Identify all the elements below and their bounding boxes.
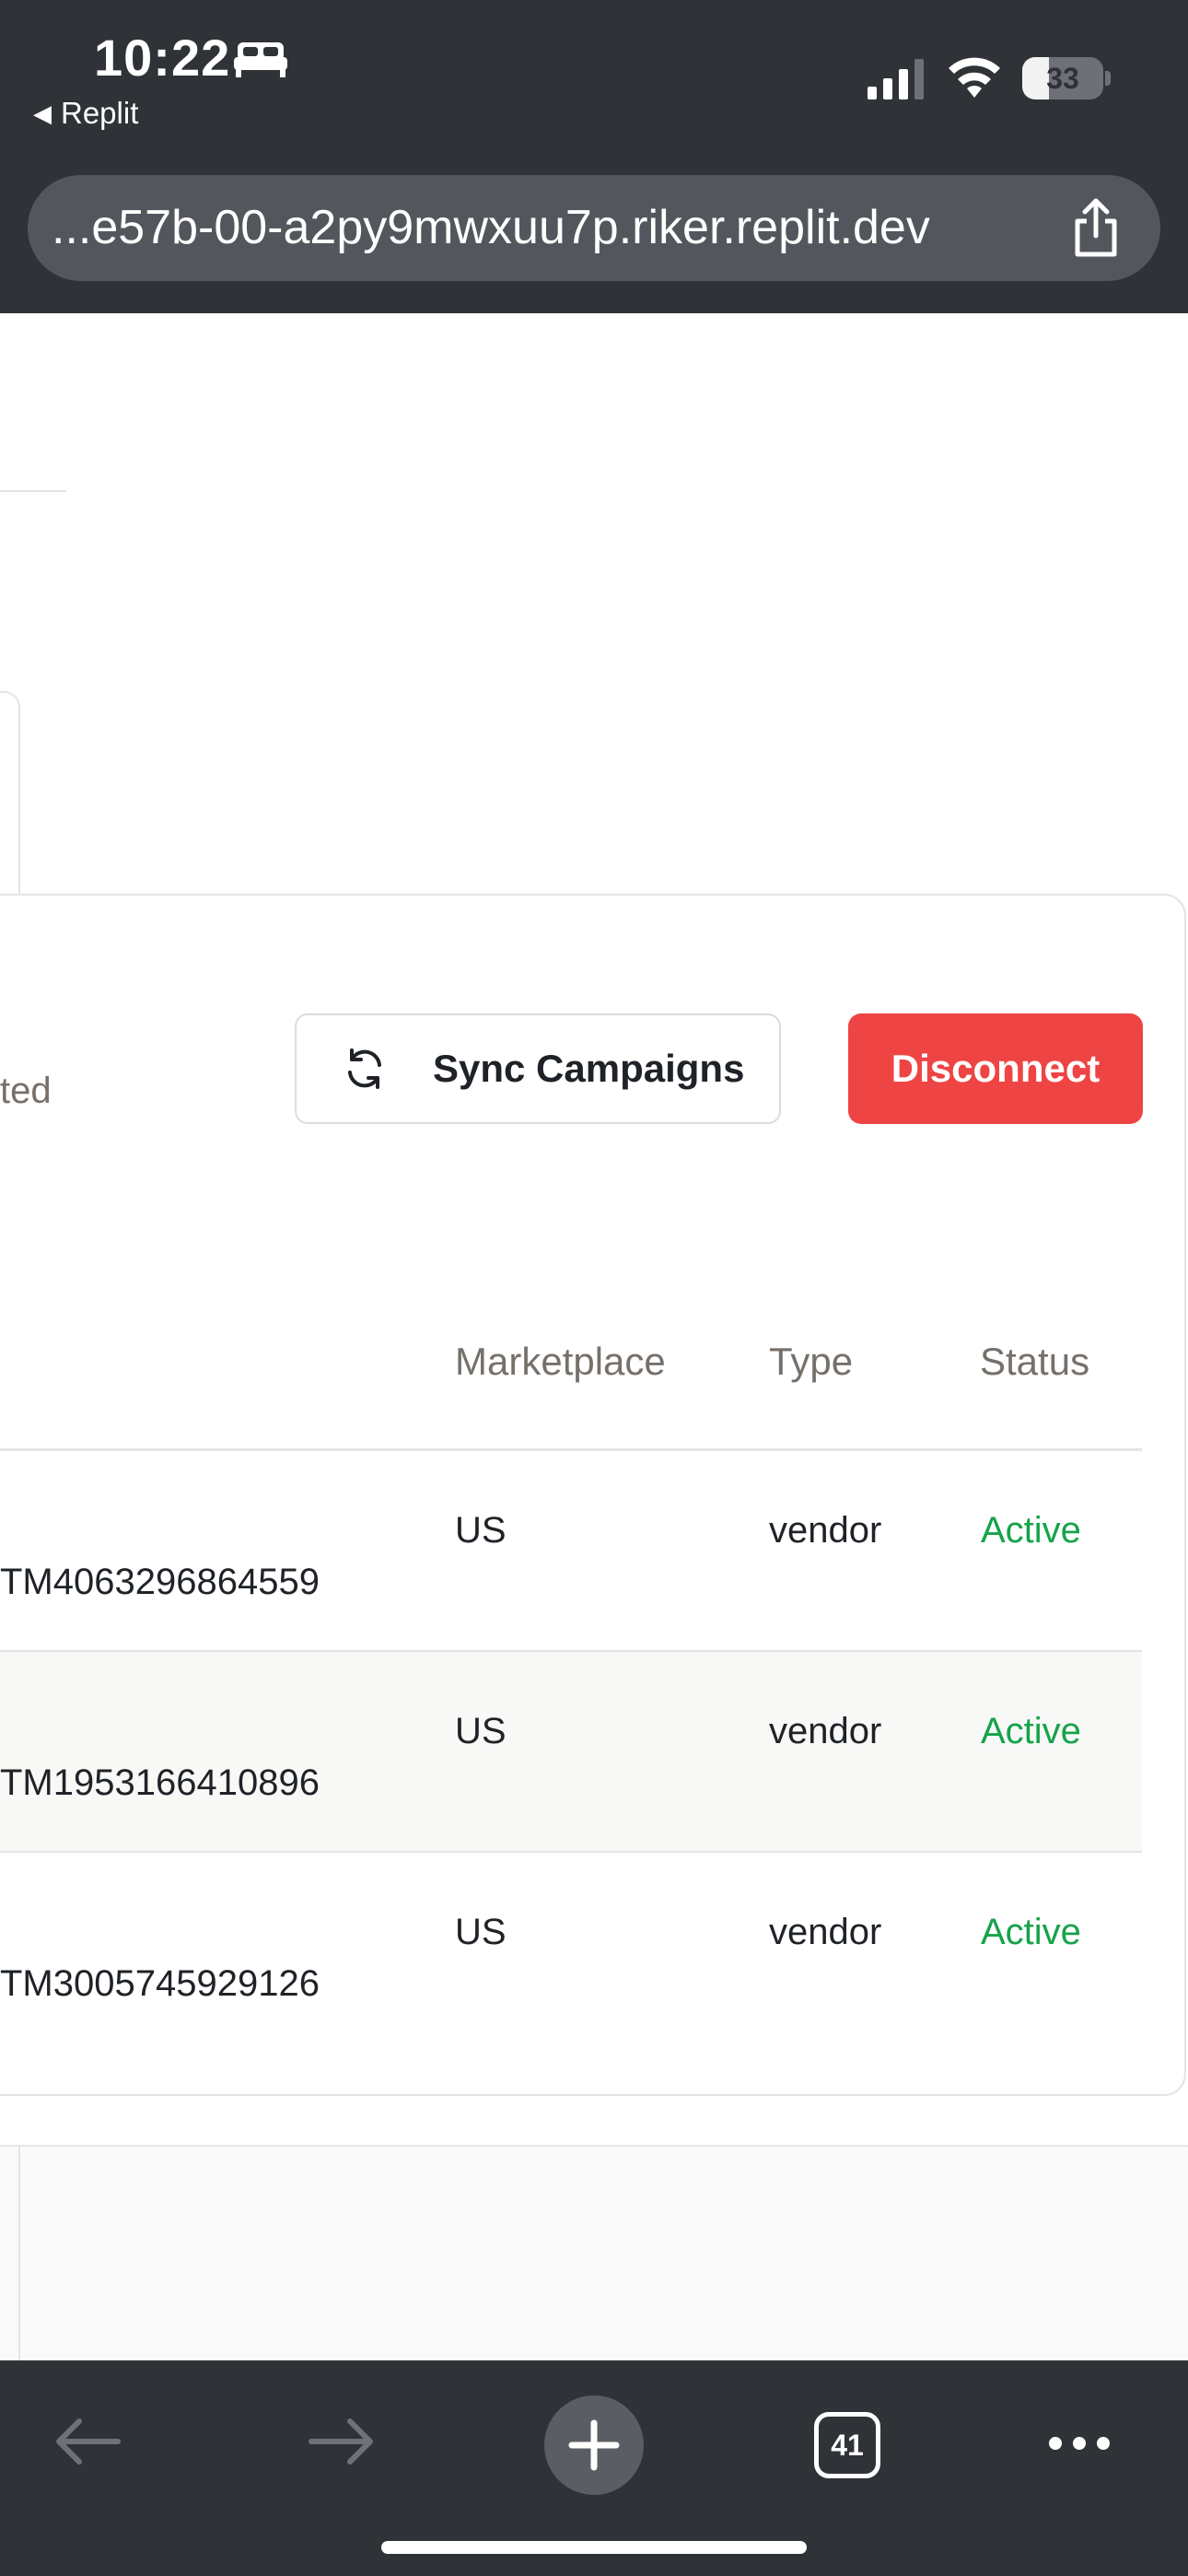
- back-arrow-icon[interactable]: [52, 2414, 123, 2469]
- back-to-app-link[interactable]: ◀ Replit: [33, 96, 138, 131]
- back-triangle-icon: ◀: [33, 99, 52, 127]
- disconnect-button[interactable]: Disconnect: [848, 1013, 1143, 1124]
- status-time: 10:22: [94, 29, 231, 87]
- refresh-icon: [348, 1048, 381, 1089]
- column-header-marketplace: Marketplace: [455, 1340, 666, 1383]
- marketplace-cell: US: [455, 1912, 507, 1952]
- table-row: TM1953166410896 US vendor Active: [0, 1652, 1142, 1853]
- type-cell: vendor: [769, 1711, 882, 1751]
- more-icon[interactable]: [1046, 2425, 1112, 2462]
- sync-campaigns-label: Sync Campaigns: [433, 1047, 745, 1090]
- marketplace-cell: US: [455, 1510, 507, 1551]
- section-divider: [0, 490, 66, 492]
- type-cell: vendor: [769, 1912, 882, 1952]
- new-tab-button[interactable]: [544, 2395, 644, 2495]
- address-bar[interactable]: ...e57b-00-a2py9mwxuu7p.riker.replit.dev: [28, 175, 1160, 281]
- next-card: [0, 2145, 1188, 2360]
- table-row: TM4063296864559 US vendor Active: [0, 1451, 1142, 1652]
- status-cell: Active: [981, 1711, 1081, 1751]
- card-divider: [18, 2147, 20, 2360]
- column-header-status: Status: [980, 1340, 1090, 1383]
- plus-icon: [568, 2419, 620, 2471]
- url-text[interactable]: ...e57b-00-a2py9mwxuu7p.riker.replit.dev: [52, 175, 1065, 281]
- back-app-label: Replit: [61, 96, 139, 130]
- marketplace-cell: US: [455, 1711, 507, 1751]
- tabs-icon[interactable]: 41: [814, 2412, 880, 2478]
- profile-id: TM3005745929126: [0, 1963, 320, 2004]
- page-content: ted Sync Campaigns Disconnect Marketplac…: [0, 313, 1188, 2360]
- profile-id: TM1953166410896: [0, 1762, 320, 1803]
- status-cell: Active: [981, 1912, 1081, 1952]
- profile-id: TM4063296864559: [0, 1562, 320, 1602]
- cellular-signal-icon: [868, 59, 924, 100]
- status-cell: Active: [981, 1510, 1081, 1551]
- browser-chrome-top: 10:22 ◀ Replit 33 ...e57b-00-a2py9mwxuu7…: [0, 0, 1188, 313]
- wifi-icon: [949, 57, 1000, 98]
- battery-level: 33: [1046, 62, 1079, 95]
- home-indicator[interactable]: [381, 2541, 807, 2554]
- forward-arrow-icon[interactable]: [306, 2414, 378, 2469]
- sync-campaigns-button[interactable]: Sync Campaigns: [295, 1013, 781, 1124]
- type-cell: vendor: [769, 1510, 882, 1551]
- battery-icon: 33: [1022, 57, 1111, 100]
- bed-icon: [234, 42, 287, 77]
- table-row: TM3005745929126 US vendor Active: [0, 1853, 1142, 2054]
- column-header-type: Type: [769, 1340, 854, 1383]
- share-icon[interactable]: [1068, 197, 1124, 258]
- connection-status-text: ted: [0, 1071, 52, 1111]
